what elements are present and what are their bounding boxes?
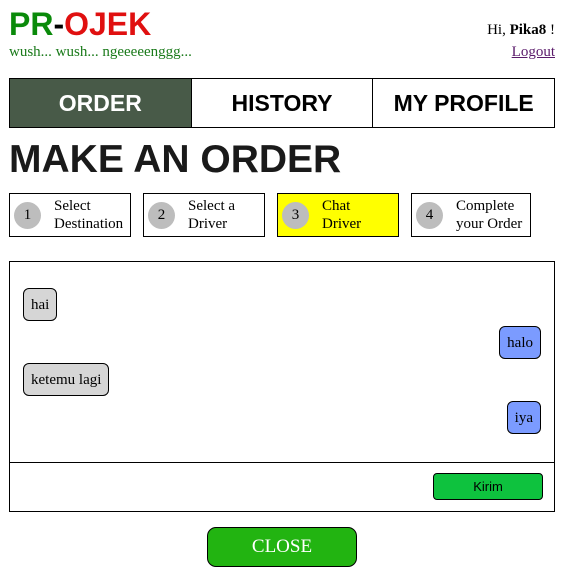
chat-messages[interactable]: hai halo ketemu lagi iya (10, 262, 554, 463)
step-number: 2 (148, 202, 175, 229)
step-chat-driver: 3 Chat Driver (277, 193, 399, 237)
main-nav: ORDER HISTORY MY PROFILE (9, 78, 555, 128)
greeting-suffix: ! (546, 22, 555, 38)
tab-history[interactable]: HISTORY (190, 79, 373, 127)
step-label: Select Destination (54, 198, 124, 232)
page-title: MAKE AN ORDER (9, 138, 342, 181)
step-select-destination: 1 Select Destination (9, 193, 131, 237)
order-steps: 1 Select Destination 2 Select a Driver 3… (9, 193, 555, 237)
step-number: 4 (416, 202, 443, 229)
logo-pr: PR (9, 6, 54, 42)
logo-dash: - (53, 6, 65, 42)
tagline: wush... wush... ngeeeeenggg... (9, 44, 192, 60)
step-select-driver: 2 Select a Driver (143, 193, 265, 237)
step-number: 3 (282, 202, 309, 229)
close-button[interactable]: CLOSE (207, 527, 357, 567)
user-greeting: Hi, Pika8 ! (487, 22, 555, 39)
tab-my-profile[interactable]: MY PROFILE (372, 79, 554, 127)
step-label: Select a Driver (188, 198, 236, 232)
chat-panel: hai halo ketemu lagi iya Kirim (9, 261, 555, 512)
chat-message-received: hai (23, 288, 58, 321)
chat-message-sent: halo (499, 326, 541, 359)
step-label: Chat Driver (322, 198, 362, 232)
app-logo: PR-OJEK (9, 6, 151, 42)
greeting-prefix: Hi, (487, 22, 510, 38)
step-complete-order: 4 Complete your Order (411, 193, 531, 237)
step-label: Complete your Order (456, 198, 523, 232)
chat-message-received: ketemu lagi (23, 363, 110, 396)
username: Pika8 (509, 22, 547, 38)
logout-link[interactable]: Logout (512, 44, 555, 61)
logo-ojek: OJEK (64, 6, 152, 42)
send-button[interactable]: Kirim (433, 473, 543, 500)
tab-order[interactable]: ORDER (10, 79, 191, 127)
chat-message-sent: iya (506, 401, 541, 434)
step-number: 1 (14, 202, 41, 229)
